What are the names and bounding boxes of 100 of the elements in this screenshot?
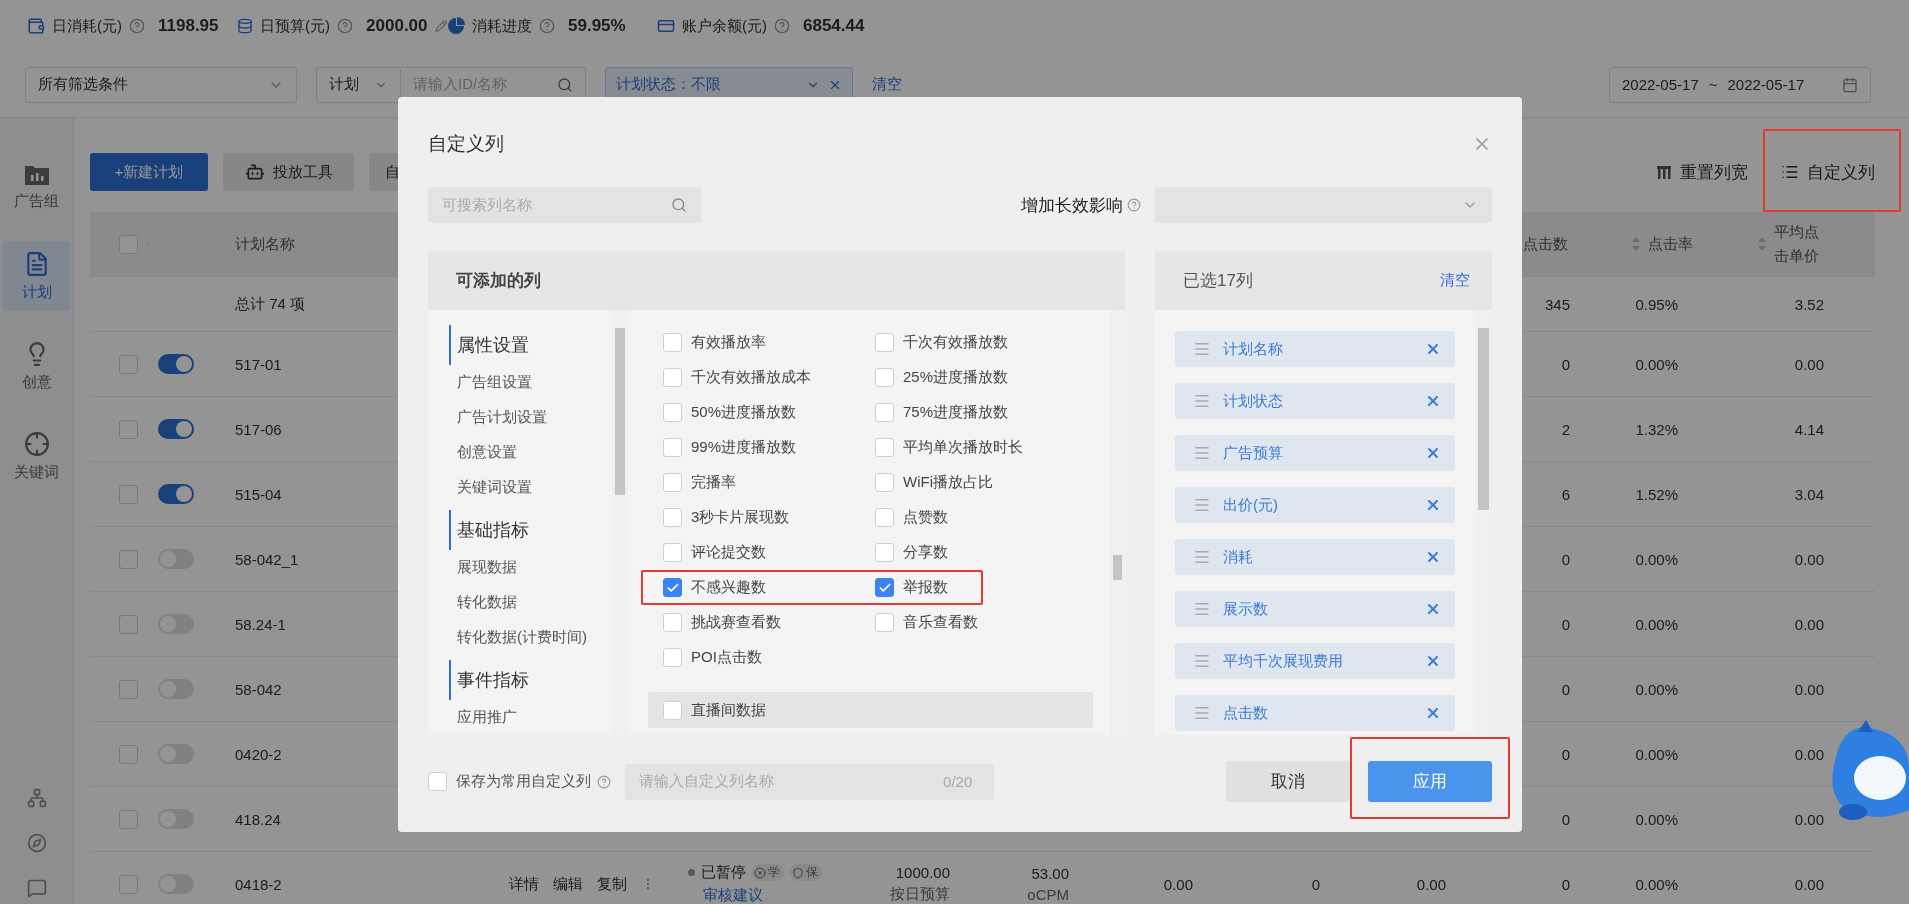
- checkbox[interactable]: [663, 333, 682, 352]
- date-range-field[interactable]: 2022-05-17 ~ 2022-05-17: [1609, 66, 1871, 103]
- sidebar-item[interactable]: 创意: [3, 331, 70, 401]
- column-option[interactable]: POI点击数: [663, 648, 875, 667]
- category-item[interactable]: 应用推广: [449, 700, 612, 735]
- plan-name[interactable]: 517-06: [235, 420, 282, 438]
- action-link[interactable]: 详情: [509, 874, 539, 894]
- apply-button[interactable]: 应用: [1368, 761, 1492, 802]
- save-preset-option[interactable]: 保存为常用自定义列: [428, 772, 591, 791]
- category-item[interactable]: 创意设置: [449, 435, 612, 470]
- column-option[interactable]: 平均单次播放时长: [875, 438, 1087, 457]
- checkbox[interactable]: [663, 508, 682, 527]
- plan-name[interactable]: 418.24: [235, 810, 281, 828]
- column-option[interactable]: 挑战赛查看数: [663, 613, 875, 632]
- toggle-switch[interactable]: [158, 419, 194, 439]
- plan-name[interactable]: 58-042: [235, 680, 282, 698]
- sort-icon[interactable]: [1632, 237, 1640, 251]
- scrollbar[interactable]: [1475, 310, 1492, 735]
- checkbox[interactable]: [875, 403, 894, 422]
- checkbox[interactable]: [663, 543, 682, 562]
- checkbox[interactable]: [119, 354, 138, 374]
- checkbox[interactable]: [875, 508, 894, 527]
- selected-column-chip[interactable]: 广告预算: [1175, 435, 1455, 471]
- plan-name[interactable]: 0420-2: [235, 745, 282, 763]
- plan-name[interactable]: 517-01: [235, 355, 282, 373]
- column-option[interactable]: 完播率: [663, 473, 875, 492]
- checkbox[interactable]: [875, 473, 894, 492]
- checkbox[interactable]: [119, 744, 138, 764]
- checkbox[interactable]: [875, 543, 894, 562]
- checkbox[interactable]: [119, 549, 138, 569]
- sidebar-item[interactable]: 广告组: [3, 151, 70, 221]
- checkbox[interactable]: [119, 419, 138, 439]
- toggle-switch[interactable]: [158, 484, 194, 504]
- action-link[interactable]: 复制: [597, 874, 627, 894]
- selected-column-chip[interactable]: 平均千次展现费用: [1175, 643, 1455, 679]
- column-option[interactable]: 音乐查看数: [875, 613, 1087, 632]
- column-option[interactable]: 有效播放率: [663, 333, 875, 352]
- edit-icon[interactable]: [434, 19, 447, 33]
- scrollbar[interactable]: [612, 310, 628, 735]
- selected-column-chip[interactable]: 消耗: [1175, 539, 1455, 575]
- column-option[interactable]: 评论提交数: [663, 543, 875, 562]
- new-plan-button[interactable]: +新建计划: [90, 153, 208, 191]
- checkbox[interactable]: [119, 614, 138, 634]
- action-link[interactable]: 编辑: [553, 874, 583, 894]
- column-option[interactable]: 99%进度播放数: [663, 438, 875, 457]
- checkbox[interactable]: [663, 700, 682, 720]
- sort-icon[interactable]: [1758, 237, 1766, 251]
- checkbox[interactable]: [663, 473, 682, 492]
- column-option[interactable]: 3秒卡片展现数: [663, 508, 875, 527]
- clear-link[interactable]: 清空: [1440, 271, 1470, 290]
- checkbox[interactable]: [875, 613, 894, 632]
- checkbox[interactable]: [663, 578, 682, 597]
- category-item[interactable]: 关键词设置: [449, 470, 612, 505]
- column-option[interactable]: 75%进度播放数: [875, 403, 1087, 422]
- plan-name[interactable]: 58-042_1: [235, 550, 299, 568]
- column-option[interactable]: 分享数: [875, 543, 1087, 562]
- column-option[interactable]: WiFi播放占比: [875, 473, 1087, 492]
- selected-column-chip[interactable]: 点击数: [1175, 695, 1455, 731]
- column-option[interactable]: 点赞数: [875, 508, 1087, 527]
- review-link[interactable]: 审核建议: [688, 886, 763, 904]
- checkbox[interactable]: [663, 438, 682, 457]
- plan-name[interactable]: 515-04: [235, 485, 282, 503]
- column-option[interactable]: 25%进度播放数: [875, 368, 1087, 387]
- checkbox[interactable]: [663, 403, 682, 422]
- section-option[interactable]: 直播间数据: [648, 692, 1093, 728]
- toolbar-button[interactable]: 投放工具: [223, 153, 354, 191]
- checkbox[interactable]: [875, 333, 894, 352]
- selected-column-chip[interactable]: 计划名称: [1175, 331, 1455, 367]
- checkbox[interactable]: [119, 484, 138, 504]
- selected-column-chip[interactable]: 计划状态: [1175, 383, 1455, 419]
- clear-link[interactable]: 清空: [872, 75, 902, 94]
- category-item[interactable]: 广告组设置: [449, 365, 612, 400]
- reset-width-button[interactable]: 重置列宽: [1656, 160, 1748, 184]
- column-option[interactable]: 不感兴趣数: [663, 578, 875, 597]
- checkbox[interactable]: [428, 772, 447, 791]
- column-option[interactable]: 50%进度播放数: [663, 403, 875, 422]
- cancel-button[interactable]: 取消: [1226, 761, 1350, 802]
- checkbox[interactable]: [875, 368, 894, 387]
- column-option[interactable]: 举报数: [875, 578, 948, 597]
- category-item[interactable]: 广告计划设置: [449, 400, 612, 435]
- scope-select[interactable]: 计划: [316, 66, 401, 103]
- plan-name[interactable]: 58.24-1: [235, 615, 286, 633]
- filter-select[interactable]: 所有筛选条件: [25, 66, 297, 103]
- impact-select[interactable]: [1155, 187, 1492, 223]
- column-option[interactable]: 千次有效播放数: [875, 333, 1087, 352]
- selected-column-chip[interactable]: 展示数: [1175, 591, 1455, 627]
- checkbox[interactable]: [119, 874, 138, 894]
- sidebar-item[interactable]: 计划: [3, 241, 70, 311]
- category-item[interactable]: 转化数据(计费时间): [449, 620, 612, 655]
- column-option[interactable]: 千次有效播放成本: [663, 368, 875, 387]
- checkbox[interactable]: [663, 368, 682, 387]
- checkbox[interactable]: [875, 578, 894, 597]
- checkbox[interactable]: [119, 679, 138, 699]
- checkbox[interactable]: [119, 809, 138, 829]
- custom-columns-button[interactable]: 自定义列: [1781, 160, 1875, 184]
- checkbox[interactable]: [119, 234, 138, 254]
- selected-column-chip[interactable]: 出价(元): [1175, 487, 1455, 523]
- checkbox[interactable]: [663, 648, 682, 667]
- checkbox[interactable]: [663, 613, 682, 632]
- category-item[interactable]: 展现数据: [449, 550, 612, 585]
